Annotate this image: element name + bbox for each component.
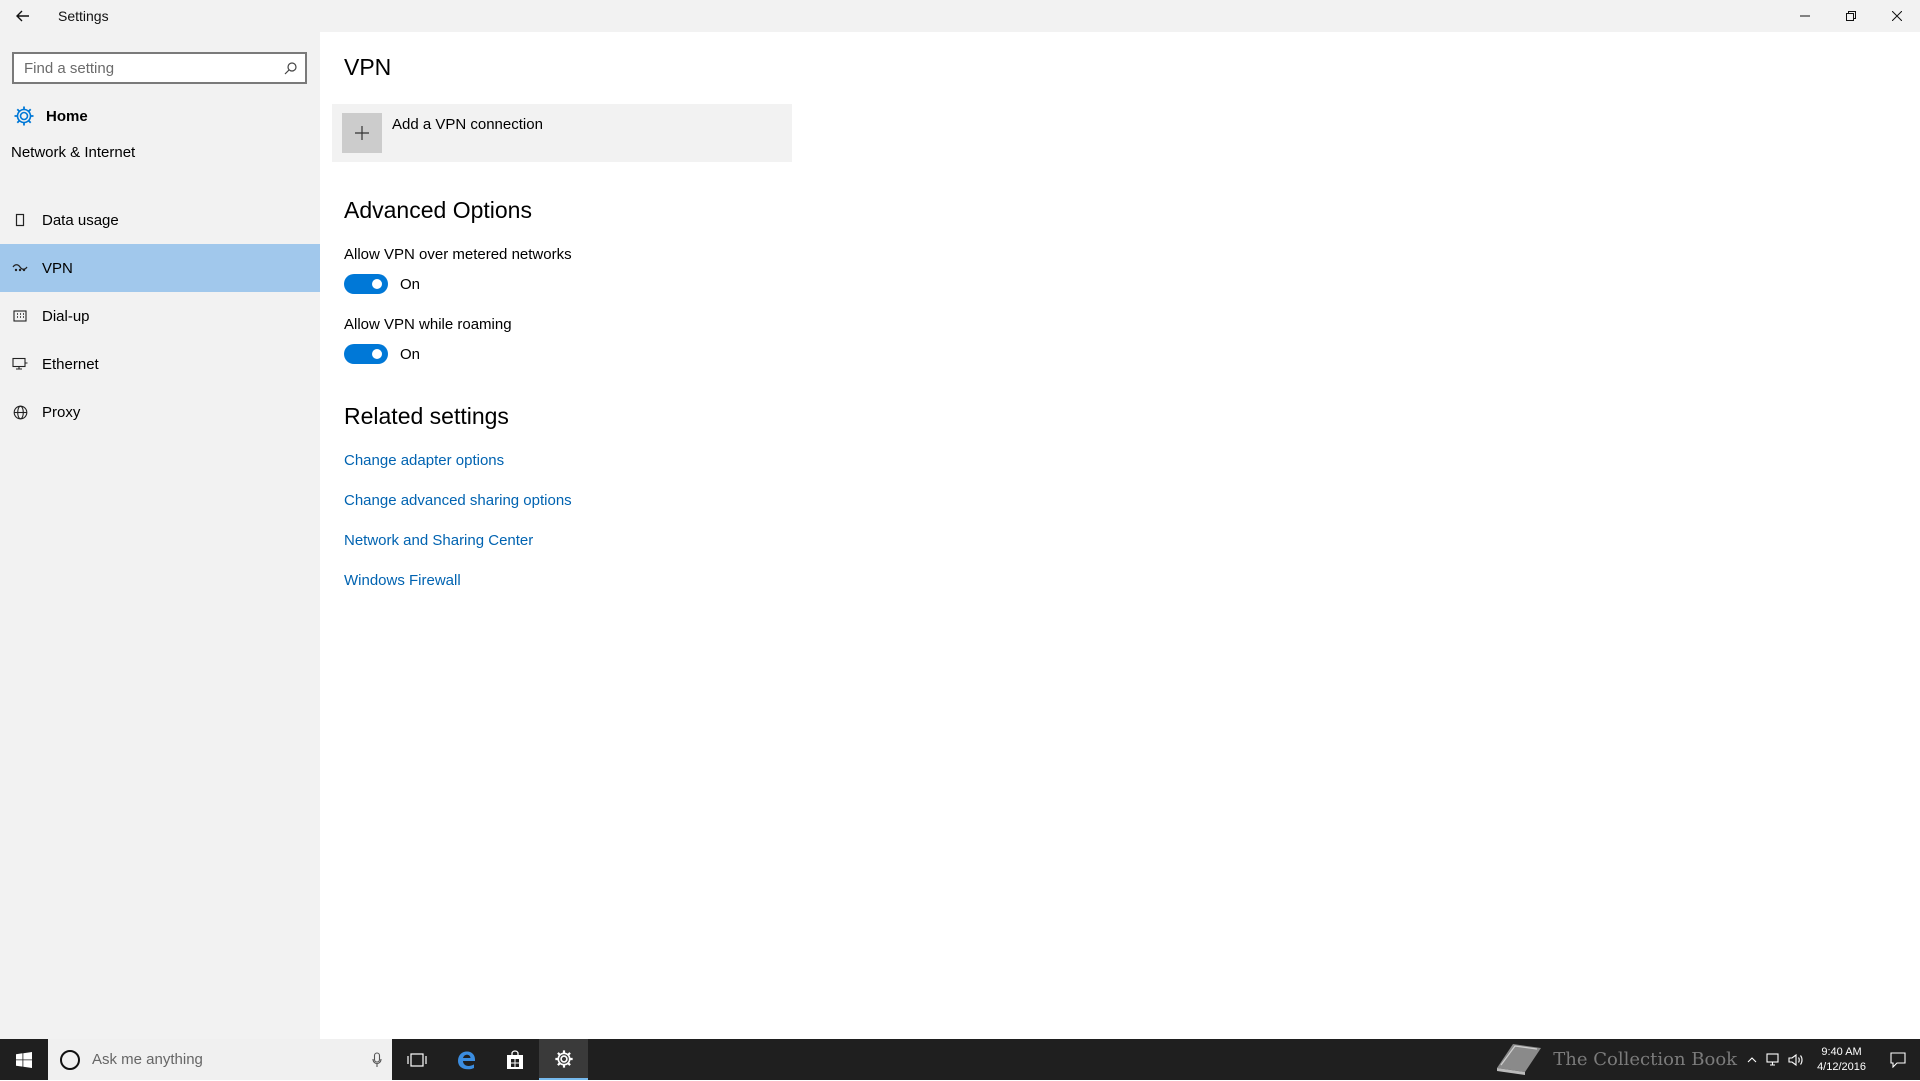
network-icon[interactable] — [1763, 1039, 1785, 1080]
add-vpn-label: Add a VPN connection — [392, 116, 543, 133]
title-bar: Settings — [0, 0, 1920, 32]
task-view-button[interactable] — [392, 1039, 441, 1080]
sidebar-item-label: VPN — [42, 259, 73, 277]
link-network-sharing-center[interactable]: Network and Sharing Center — [344, 532, 533, 549]
roaming-toggle[interactable] — [344, 344, 388, 364]
sidebar-item-label: Data usage — [42, 211, 119, 229]
store-button[interactable] — [490, 1039, 539, 1080]
volume-icon[interactable] — [1785, 1039, 1807, 1080]
sidebar-item-proxy[interactable]: Proxy — [0, 388, 320, 436]
watermark-text: The Collection Book — [1553, 1049, 1738, 1070]
task-view-icon — [406, 1052, 427, 1067]
chevron-up-icon[interactable] — [1741, 1039, 1763, 1080]
close-icon — [1892, 11, 1902, 21]
window-title: Settings — [58, 8, 109, 24]
sidebar-item-ethernet[interactable]: Ethernet — [0, 340, 320, 388]
sidebar-item-label: Proxy — [42, 403, 81, 421]
back-arrow-icon — [16, 10, 29, 22]
microphone-icon[interactable] — [362, 1051, 392, 1068]
minimize-icon — [1800, 15, 1810, 17]
start-button[interactable] — [0, 1039, 48, 1080]
add-vpn-button[interactable]: Add a VPN connection — [332, 104, 792, 162]
close-button[interactable] — [1874, 0, 1920, 32]
sidebar-item-data-usage[interactable]: Data usage — [0, 196, 320, 244]
main-content: VPN Add a VPN connection Advanced Option… — [320, 32, 1920, 1039]
dialup-icon — [12, 308, 28, 324]
toggle-state: On — [400, 345, 421, 363]
search-box — [12, 52, 307, 84]
system-tray: The Collection Book 9:40 AM 4/12/2016 — [1493, 1039, 1920, 1080]
action-center-button[interactable] — [1876, 1039, 1920, 1080]
option-metered-label: Allow VPN over metered networks — [344, 246, 572, 263]
metered-toggle[interactable] — [344, 274, 388, 294]
page-title: VPN — [344, 54, 392, 80]
notification-icon — [1890, 1051, 1906, 1068]
cortana-icon — [60, 1049, 80, 1070]
plus-icon — [342, 113, 382, 153]
settings-taskbar-button[interactable] — [539, 1039, 588, 1080]
taskbar: Ask me anything The Collection Book 9:40… — [0, 1039, 1920, 1080]
clock-time: 9:40 AM — [1821, 1045, 1862, 1058]
sidebar-nav: Data usage VPN Dial-up Ethernet Proxy — [0, 212, 320, 436]
home-link[interactable]: Home — [12, 96, 312, 136]
advanced-options-heading: Advanced Options — [344, 197, 532, 223]
option-roaming-label: Allow VPN while roaming — [344, 316, 512, 333]
sidebar-item-label: Dial-up — [42, 307, 90, 325]
search-input[interactable] — [14, 54, 275, 82]
search-icon[interactable] — [275, 61, 305, 75]
toggle-state: On — [400, 275, 421, 293]
restore-button[interactable] — [1828, 0, 1874, 32]
gear-icon — [554, 1049, 573, 1068]
link-change-advanced-sharing[interactable]: Change advanced sharing options — [344, 492, 572, 509]
home-label: Home — [46, 107, 88, 125]
minimize-button[interactable] — [1782, 0, 1828, 32]
sidebar-item-label: Ethernet — [42, 355, 99, 373]
ethernet-icon — [12, 356, 28, 372]
toggle-knob — [372, 349, 382, 359]
restore-icon — [1846, 11, 1856, 21]
related-settings-heading: Related settings — [344, 403, 509, 429]
option-roaming-toggle-row: On — [344, 344, 420, 364]
cortana-placeholder: Ask me anything — [92, 1051, 203, 1068]
cortana-search[interactable]: Ask me anything — [48, 1039, 392, 1080]
globe-icon — [12, 404, 28, 420]
edge-icon — [457, 1051, 475, 1069]
link-change-adapter-options[interactable]: Change adapter options — [344, 452, 504, 469]
gear-icon — [12, 104, 36, 128]
window-controls — [1782, 0, 1920, 32]
toggle-knob — [372, 279, 382, 289]
clock[interactable]: 9:40 AM 4/12/2016 — [1817, 1045, 1866, 1075]
vpn-icon — [12, 260, 28, 276]
sidebar-item-dial-up[interactable]: Dial-up — [0, 292, 320, 340]
link-windows-firewall[interactable]: Windows Firewall — [344, 572, 461, 589]
windows-logo-icon — [16, 1051, 32, 1068]
option-metered-toggle-row: On — [344, 274, 420, 294]
clock-date: 4/12/2016 — [1817, 1060, 1866, 1073]
store-icon — [506, 1049, 523, 1069]
section-title: Network & Internet — [11, 144, 136, 161]
sidebar: Home Network & Internet Data usage VPN D… — [0, 32, 320, 1039]
data-usage-icon — [12, 212, 28, 228]
back-button[interactable] — [0, 0, 46, 32]
book-watermark-icon — [1493, 1038, 1545, 1081]
sidebar-item-vpn[interactable]: VPN — [0, 244, 320, 292]
edge-button[interactable] — [441, 1039, 490, 1080]
